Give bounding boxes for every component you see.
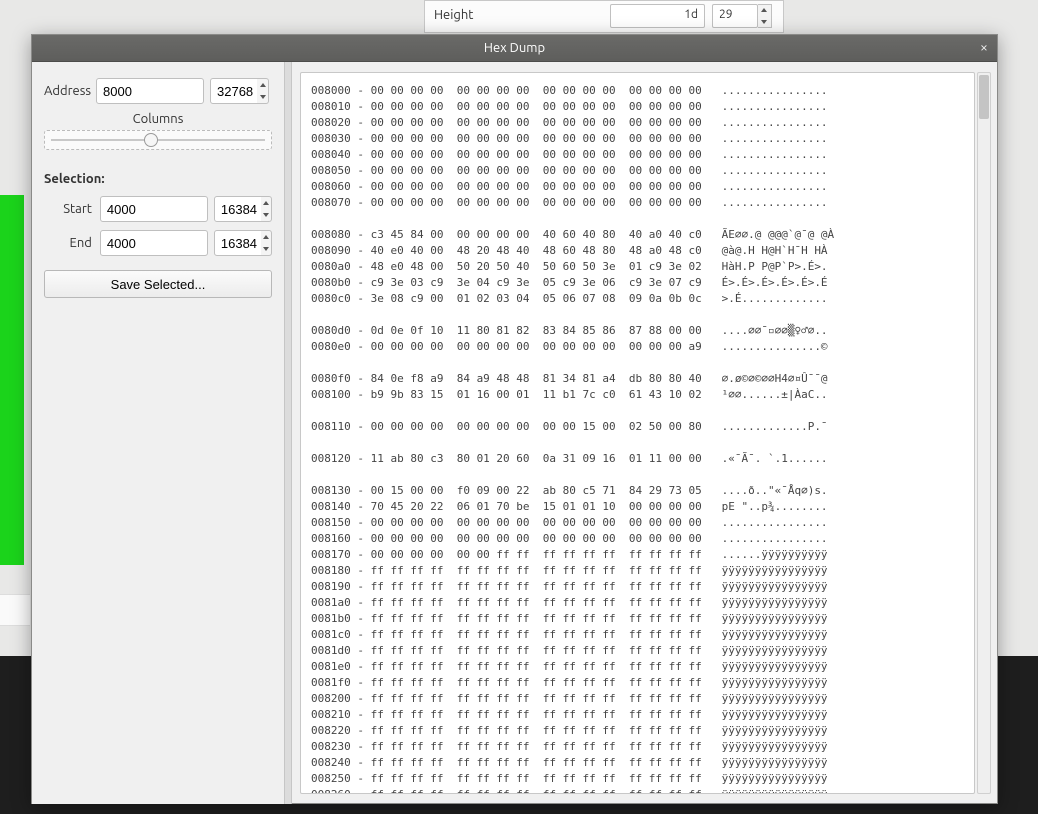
save-selected-button[interactable]: Save Selected... xyxy=(44,270,272,298)
dialog-titlebar[interactable]: Hex Dump × xyxy=(32,35,997,62)
height-hex-input[interactable]: 1d xyxy=(610,4,705,28)
height-dec-input[interactable]: 29 xyxy=(712,4,758,28)
controls-panel: Address Columns Selection: Start End xyxy=(32,62,284,804)
address-stepper[interactable] xyxy=(257,78,269,104)
end-stepper[interactable] xyxy=(261,230,272,256)
hex-dump-dialog: Hex Dump × Address Columns Selection: St… xyxy=(31,34,998,804)
dialog-title: Hex Dump xyxy=(484,41,545,55)
close-icon[interactable]: × xyxy=(975,39,993,57)
start-hex-input[interactable] xyxy=(100,196,208,222)
height-label: Height xyxy=(434,8,473,22)
background-green-strip xyxy=(0,195,24,565)
vertical-scrollbar[interactable] xyxy=(977,72,991,794)
end-hex-input[interactable] xyxy=(100,230,208,256)
start-dec-input[interactable] xyxy=(214,196,264,222)
address-hex-input[interactable] xyxy=(96,78,204,104)
address-dec-input[interactable] xyxy=(210,78,260,104)
end-label: End xyxy=(44,236,100,250)
hex-area: 008000 - 00 00 00 00 00 00 00 00 00 00 0… xyxy=(292,62,997,804)
background-mid-strip xyxy=(0,594,30,626)
slider-thumb[interactable] xyxy=(144,133,158,147)
start-stepper[interactable] xyxy=(261,196,272,222)
start-label: Start xyxy=(44,202,100,216)
columns-slider[interactable] xyxy=(44,130,272,150)
hex-view[interactable]: 008000 - 00 00 00 00 00 00 00 00 00 00 0… xyxy=(300,72,975,794)
address-label: Address xyxy=(44,84,96,98)
split-resizer[interactable] xyxy=(284,62,292,804)
selection-heading: Selection: xyxy=(44,172,272,186)
scrollbar-thumb[interactable] xyxy=(979,75,989,119)
end-dec-input[interactable] xyxy=(214,230,264,256)
height-stepper-arrows[interactable] xyxy=(758,4,772,28)
columns-label: Columns xyxy=(44,112,272,126)
